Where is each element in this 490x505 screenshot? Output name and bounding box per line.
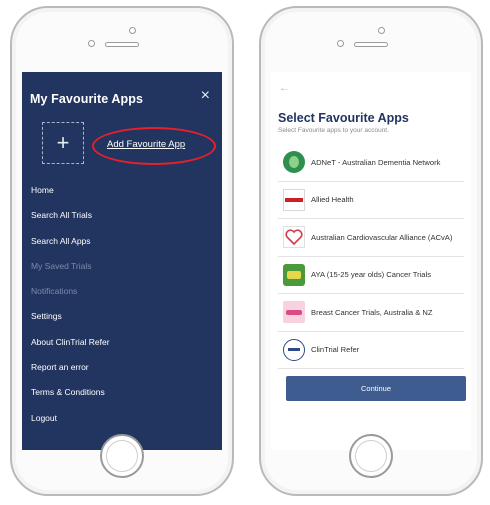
menu-item-notifications[interactable]: Notifications [31, 286, 211, 311]
app-name: Australian Cardiovascular Alliance (ACvA… [311, 232, 453, 242]
app-name: AYA (15-25 year olds) Cancer Trials [311, 270, 432, 279]
back-arrow-icon[interactable]: ← [279, 82, 290, 94]
menu-item-report-error[interactable]: Report an error [31, 362, 211, 387]
app-name: ClinTrial Refer [311, 345, 360, 354]
app-item-allied-health[interactable]: Allied Health [278, 182, 464, 219]
page-subtitle: Select Favourite apps to your account. [278, 127, 389, 134]
side-menu-screen: My Favourite Apps × + Add Favourite App … [22, 72, 222, 450]
menu-header: My Favourite Apps × [30, 88, 214, 110]
camera-icon [129, 27, 136, 34]
app-list: ADNeT - Australian Dementia Network Alli… [278, 144, 464, 369]
app-item-clintrial-refer[interactable]: ClinTrial Refer [278, 332, 464, 369]
add-app-plus-icon[interactable]: + [42, 122, 84, 164]
sensor-icon [88, 40, 95, 47]
select-apps-screen: ← Select Favourite Apps Select Favourite… [271, 72, 471, 450]
app-item-adnet[interactable]: ADNeT - Australian Dementia Network [278, 144, 464, 182]
menu-item-about[interactable]: About ClinTrial Refer [31, 337, 211, 362]
heart-logo-icon [283, 226, 305, 249]
page-title: Select Favourite Apps [278, 111, 409, 125]
menu-item-search-all-apps[interactable]: Search All Apps [31, 236, 211, 261]
app-name: Breast Cancer Trials, Australia & NZ [311, 307, 433, 317]
menu-item-my-saved-trials[interactable]: My Saved Trials [31, 261, 211, 286]
sensor-icon [337, 40, 344, 47]
app-name: Allied Health [311, 195, 354, 204]
menu-item-home[interactable]: Home [31, 185, 211, 210]
home-button[interactable] [100, 434, 144, 478]
aya-logo-icon [283, 263, 305, 286]
brain-logo-icon [283, 151, 305, 174]
highlight-annotation [92, 127, 216, 165]
clintrial-refer-logo-icon [283, 338, 305, 361]
menu-list: Home Search All Trials Search All Apps M… [31, 185, 211, 438]
left-phone-frame: My Favourite Apps × + Add Favourite App … [10, 6, 234, 496]
close-icon[interactable]: × [201, 88, 210, 104]
speaker-icon [354, 42, 388, 47]
menu-title: My Favourite Apps [30, 92, 144, 106]
home-button[interactable] [349, 434, 393, 478]
speaker-icon [105, 42, 139, 47]
continue-button[interactable]: Continue [286, 376, 466, 401]
camera-icon [378, 27, 385, 34]
app-item-aya[interactable]: AYA (15-25 year olds) Cancer Trials [278, 257, 464, 294]
breast-cancer-trials-logo-icon [283, 301, 305, 324]
menu-item-search-all-trials[interactable]: Search All Trials [31, 210, 211, 235]
menu-item-settings[interactable]: Settings [31, 311, 211, 336]
menu-item-terms[interactable]: Terms & Conditions [31, 387, 211, 412]
app-item-acva[interactable]: Australian Cardiovascular Alliance (ACvA… [278, 219, 464, 257]
right-phone-frame: ← Select Favourite Apps Select Favourite… [259, 6, 483, 496]
app-item-breast-cancer-trials[interactable]: Breast Cancer Trials, Australia & NZ [278, 294, 464, 332]
app-name: ADNeT - Australian Dementia Network [311, 157, 441, 167]
allied-health-logo-icon [283, 188, 305, 211]
